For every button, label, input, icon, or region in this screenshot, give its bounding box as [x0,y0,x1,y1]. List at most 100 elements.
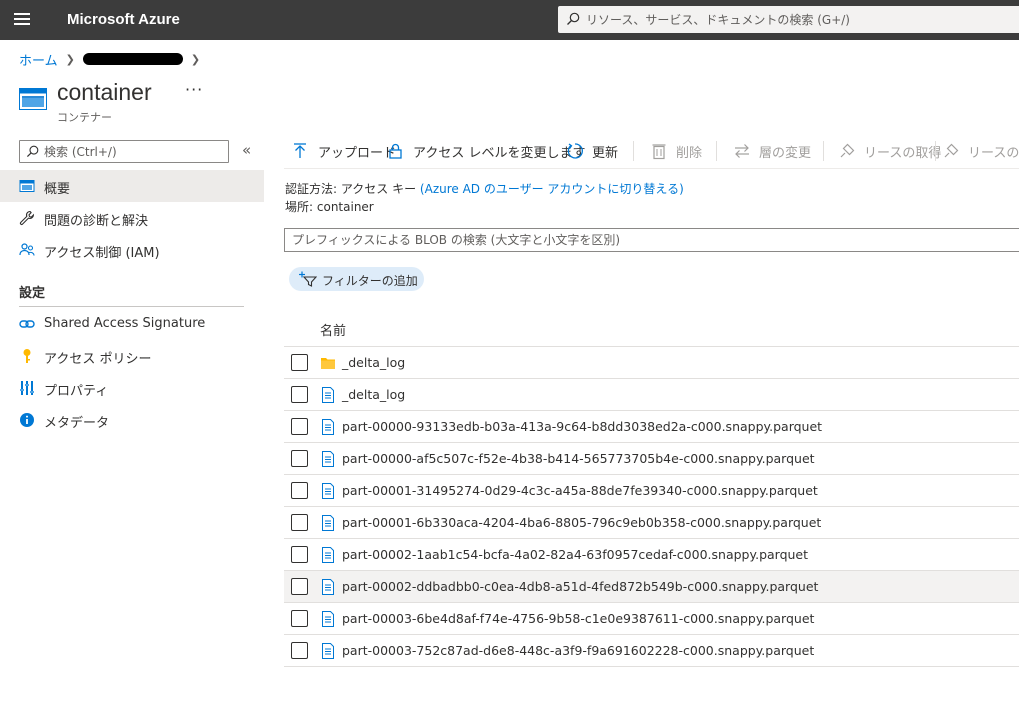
file-icon [322,547,334,563]
sidebar-item-iam[interactable]: アクセス制御 (IAM) [0,234,264,266]
row-checkbox[interactable] [291,482,308,499]
break-lease-icon [944,143,959,158]
sidebar-item-diagnose[interactable]: 問題の診断と解決 [0,202,264,234]
blob-name[interactable]: part-00000-af5c507c-f52e-4b38-b414-56577… [342,451,815,466]
location-value: container [316,200,374,214]
blob-name[interactable]: part-00001-31495274-0d29-4c3c-a45a-88de7… [342,483,818,498]
row-checkbox[interactable] [291,354,308,371]
global-search-input[interactable] [586,6,1016,33]
folder-icon [321,358,335,369]
sidebar-search[interactable] [19,140,229,163]
table-row[interactable]: part-00002-ddbadbb0-c0ea-4db8-a51d-4fed8… [284,571,1019,603]
delete-button[interactable]: 削除 [650,139,702,163]
properties-icon [20,381,34,395]
blob-name[interactable]: part-00003-752c87ad-d6e8-448c-a3f9-f9a69… [342,643,814,658]
trash-icon [652,144,666,160]
separator [935,141,936,161]
table-row[interactable]: part-00001-6b330aca-4204-4ba6-8805-796c9… [284,507,1019,539]
blob-name[interactable]: part-00001-6b330aca-4204-4ba6-8805-796c9… [342,515,821,530]
sidebar-item-label: Shared Access Signature [44,316,206,331]
row-checkbox[interactable] [291,450,308,467]
add-filter-button[interactable]: フィルターの追加 [289,267,424,291]
blob-name[interactable]: part-00002-ddbadbb0-c0ea-4db8-a51d-4fed8… [342,579,818,594]
sidebar-item-label: プロパティ [44,384,109,399]
chevron-right-icon: ❯ [65,52,75,66]
menu-icon[interactable] [14,13,32,27]
sidebar-item-label: アクセス制御 (IAM) [44,246,160,261]
break-lease-button[interactable]: リースの解 [942,139,1019,163]
switch-auth-link[interactable]: (Azure AD のユーザー アカウントに切り替える) [420,182,684,196]
blob-name[interactable]: _delta_log [342,387,405,402]
table-row[interactable]: _delta_log [284,379,1019,411]
file-icon [322,611,334,627]
blob-search-input[interactable] [285,229,1019,251]
file-icon [322,643,334,659]
wrench-icon [19,210,34,225]
blob-name[interactable]: part-00000-93133edb-b03a-413a-9c64-b8dd3… [342,419,822,434]
upload-button[interactable]: アップロード [292,139,396,163]
row-checkbox[interactable] [291,642,308,659]
file-icon [322,419,334,435]
break-lease-label: リースの解 [968,145,1019,161]
overview-icon [19,180,35,192]
sidebar-item-properties[interactable]: プロパティ [0,372,264,404]
separator [823,141,824,161]
redacted-breadcrumb[interactable] [82,53,183,65]
refresh-button[interactable]: 更新 [566,139,618,163]
location-label: 場所: [285,200,314,214]
chevron-right-icon: ❯ [190,52,201,66]
search-icon [567,12,580,25]
sidebar-item-sas[interactable]: Shared Access Signature [0,308,264,340]
sidebar-search-input[interactable] [44,141,224,162]
section-divider [19,306,244,307]
top-bar: Microsoft Azure [0,0,1019,40]
sidebar-item-metadata[interactable]: メタデータ [0,404,264,436]
brand-title[interactable]: Microsoft Azure [67,11,180,28]
row-checkbox[interactable] [291,514,308,531]
sidebar-item-overview[interactable]: 概要 [0,170,264,202]
table-row[interactable]: part-00000-93133edb-b03a-413a-9c64-b8dd3… [284,411,1019,443]
file-icon [322,387,334,403]
column-header-name[interactable]: 名前 [320,320,346,339]
table-row[interactable]: part-00002-1aab1c54-bcfa-4a02-82a4-63f09… [284,539,1019,571]
key-icon [23,349,31,363]
separator [633,141,634,161]
refresh-icon [567,143,583,159]
change-tier-label: 層の変更 [759,145,812,161]
search-icon [26,145,39,158]
row-checkbox[interactable] [291,578,308,595]
blob-name[interactable]: part-00003-6be4d8af-f74e-4756-9b58-c1e0e… [342,611,814,626]
blob-search[interactable] [284,228,1019,252]
table-row[interactable]: _delta_log [284,347,1019,379]
table-row[interactable]: part-00003-752c87ad-d6e8-448c-a3f9-f9a69… [284,635,1019,667]
collapse-sidebar-button[interactable]: « [242,141,251,159]
breadcrumb: ホーム ❯ ❯ [19,50,208,69]
table-row[interactable]: part-00001-31495274-0d29-4c3c-a45a-88de7… [284,475,1019,507]
auth-value: アクセス キー [340,182,417,196]
more-options-button[interactable]: ··· [185,80,203,99]
info-icon [20,413,34,427]
table-row[interactable]: part-00000-af5c507c-f52e-4b38-b414-56577… [284,443,1019,475]
people-icon [19,243,35,256]
change-tier-button[interactable]: 層の変更 [733,139,811,163]
blob-name[interactable]: part-00002-1aab1c54-bcfa-4a02-82a4-63f09… [342,547,808,562]
row-checkbox[interactable] [291,610,308,627]
lock-icon [389,143,402,159]
refresh-label: 更新 [592,145,619,161]
sidebar-item-label: アクセス ポリシー [44,352,152,367]
acquire-lease-button[interactable]: リースの取得 [838,139,941,163]
table-row[interactable]: part-00003-6be4d8af-f74e-4756-9b58-c1e0e… [284,603,1019,635]
change-access-level-label: アクセス レベルを変更します [413,145,586,161]
swap-icon [735,144,749,158]
blob-name[interactable]: _delta_log [342,355,405,370]
change-access-level-button[interactable]: アクセス レベルを変更します [387,139,585,163]
global-search[interactable] [558,6,1019,33]
breadcrumb-home[interactable]: ホーム [19,50,58,69]
sidebar-item-label: メタデータ [44,416,110,431]
row-checkbox[interactable] [291,418,308,435]
filter-add-icon [299,271,317,287]
row-checkbox[interactable] [291,386,308,403]
sidebar-item-access-policy[interactable]: アクセス ポリシー [0,340,264,372]
sidebar-item-label: 問題の診断と解決 [44,214,149,229]
row-checkbox[interactable] [291,546,308,563]
